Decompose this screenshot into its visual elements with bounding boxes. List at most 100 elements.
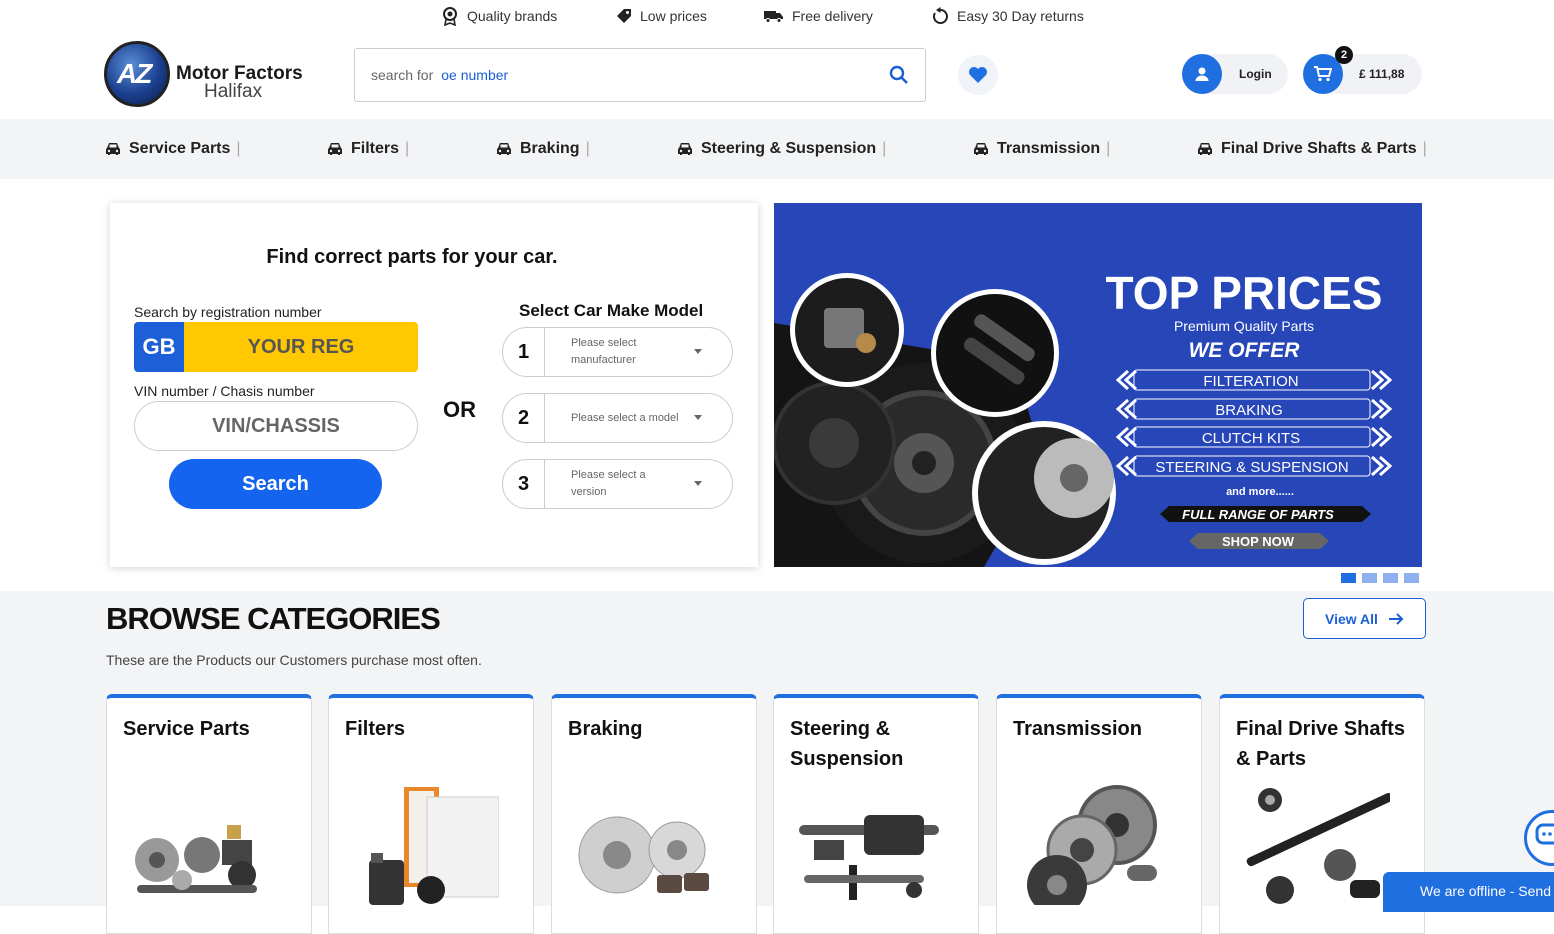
- nav-item-label: Braking: [520, 140, 580, 157]
- cart-button[interactable]: £ 111,88: [1303, 54, 1422, 94]
- search-icon[interactable]: [889, 65, 909, 85]
- category-card-transmission[interactable]: Transmission: [996, 694, 1202, 934]
- select-text: Please select a model: [571, 411, 679, 424]
- chat-bubble-icon: [1535, 823, 1554, 845]
- car-icon: [974, 143, 988, 155]
- site-logo[interactable]: AZ Motor Factors Halifax: [104, 41, 304, 109]
- vin-label: VIN number / Chasis number: [134, 383, 315, 399]
- nav-item-filters[interactable]: Filters |: [327, 119, 409, 179]
- select-text: Please select manufacturer: [571, 337, 637, 366]
- braking-image: [578, 816, 709, 894]
- banner-headline: TOP PRICES: [1106, 267, 1383, 319]
- browse-categories-section: BROWSE CATEGORIES These are the Products…: [0, 591, 1554, 934]
- banner-full-range: FULL RANGE OF PARTS: [1182, 507, 1334, 522]
- category-card-steering-suspension[interactable]: Steering & Suspension: [773, 694, 979, 934]
- step-number: 3: [503, 460, 545, 508]
- banner-more: and more......: [1226, 486, 1294, 498]
- car-icon: [328, 143, 342, 155]
- award-icon: [443, 7, 457, 26]
- car-icon: [497, 143, 511, 155]
- version-select[interactable]: 3 Please select a version: [502, 459, 733, 509]
- usp-label: Low prices: [640, 8, 707, 24]
- usp-strip: Quality brands Low prices Free delivery …: [0, 0, 1554, 32]
- section-subtitle: These are the Products our Customers pur…: [106, 652, 482, 668]
- nav-item-label: Transmission: [997, 140, 1101, 157]
- car-icon: [106, 143, 120, 155]
- search-placeholder-prefix: search for: [371, 67, 434, 83]
- chevron-down-icon: [694, 481, 702, 486]
- manufacturer-select[interactable]: 1 Please select manufacturer: [502, 327, 733, 377]
- category-card-service-parts[interactable]: Service Parts: [106, 694, 312, 934]
- nav-separator: |: [1422, 140, 1427, 157]
- category-title: Transmission: [1013, 718, 1142, 740]
- banner-item: FILTERATION: [1203, 373, 1298, 390]
- carousel-dot[interactable]: [1362, 573, 1377, 583]
- carousel-dot[interactable]: [1404, 573, 1419, 583]
- search-input[interactable]: search for oe number: [354, 48, 926, 102]
- usp-quality-brands: Quality brands: [441, 0, 557, 32]
- reg-country: GB: [134, 322, 184, 372]
- vin-input[interactable]: VIN/CHASSIS: [134, 401, 418, 451]
- logo-badge-text: AZ: [117, 58, 152, 89]
- category-nav: Service Parts | Filters | Braking | Steerin…: [0, 119, 1554, 179]
- search-button[interactable]: Search: [169, 459, 382, 509]
- steering-suspension-image: [799, 815, 939, 900]
- banner-shop-now[interactable]: SHOP NOW: [1222, 534, 1295, 549]
- step-number: 1: [503, 328, 545, 376]
- transmission-image: [1027, 785, 1157, 905]
- nav-separator: |: [236, 140, 241, 157]
- usp-returns: Easy 30 Day returns: [932, 0, 1084, 32]
- heart-icon: [969, 67, 987, 83]
- usp-label: Easy 30 Day returns: [957, 8, 1084, 24]
- category-title: Final Drive Shafts & Parts: [1236, 718, 1405, 770]
- carousel-dot[interactable]: [1383, 573, 1398, 583]
- banner-artwork: TOP PRICES Premium Quality Parts WE OFFE…: [774, 267, 1393, 567]
- reg-placeholder: YOUR REG: [184, 322, 418, 372]
- arrow-right-icon: [1388, 612, 1404, 625]
- reg-plate-input[interactable]: GB YOUR REG: [134, 322, 418, 372]
- usp-label: Free delivery: [792, 8, 873, 24]
- or-divider: OR: [443, 397, 476, 422]
- nav-item-transmission[interactable]: Transmission |: [973, 119, 1110, 179]
- promo-banner[interactable]: TOP PRICES Premium Quality Parts WE OFFE…: [774, 203, 1422, 567]
- logo-line2: Halifax: [204, 81, 263, 102]
- cart-count-badge: 2: [1335, 46, 1353, 64]
- view-all-label: View All: [1325, 610, 1378, 627]
- nav-item-label: Filters: [351, 140, 400, 157]
- carousel-dots: [1341, 573, 1419, 583]
- category-title: Braking: [568, 718, 643, 740]
- wishlist-button[interactable]: [958, 55, 998, 95]
- category-title: Steering & Suspension: [790, 718, 904, 770]
- truck-icon: [764, 11, 783, 23]
- banner-item: CLUTCH KITS: [1202, 430, 1300, 447]
- category-title: Filters: [345, 718, 406, 740]
- view-all-button[interactable]: View All: [1303, 598, 1426, 639]
- category-card-filters[interactable]: Filters: [328, 694, 534, 934]
- nav-item-label: Final Drive Shafts & Parts: [1221, 140, 1417, 157]
- nav-item-final-drive-shafts[interactable]: Final Drive Shafts & Parts |: [1197, 119, 1427, 179]
- nav-separator: |: [1106, 140, 1111, 157]
- final-drive-shafts-image: [1246, 788, 1390, 904]
- category-card-braking[interactable]: Braking: [551, 694, 757, 934]
- nav-item-label: Steering & Suspension: [701, 140, 877, 157]
- chevron-down-icon: [694, 349, 702, 354]
- nav-item-braking[interactable]: Braking |: [496, 119, 590, 179]
- category-title: Service Parts: [123, 718, 250, 740]
- service-parts-image: [135, 825, 257, 893]
- banner-subline: Premium Quality Parts: [1174, 318, 1314, 334]
- banner-item: BRAKING: [1215, 402, 1283, 419]
- logo-badge: AZ: [104, 41, 170, 107]
- select-text: Please select a version: [571, 469, 646, 498]
- usp-free-delivery: Free delivery: [764, 0, 873, 32]
- make-model-title: Select Car Make Model: [519, 301, 704, 320]
- model-select[interactable]: 2 Please select a model: [502, 393, 733, 443]
- tag-icon: [617, 9, 631, 23]
- chat-offline-bar[interactable]: We are offline - Send: [1383, 872, 1554, 912]
- carousel-dot[interactable]: [1341, 573, 1356, 583]
- usp-low-prices: Low prices: [616, 0, 707, 32]
- nav-item-steering-suspension[interactable]: Steering & Suspension |: [677, 119, 886, 179]
- login-button[interactable]: Login: [1182, 54, 1288, 94]
- nav-separator: |: [882, 140, 887, 157]
- user-icon: [1195, 67, 1209, 81]
- nav-item-service-parts[interactable]: Service Parts |: [105, 119, 241, 179]
